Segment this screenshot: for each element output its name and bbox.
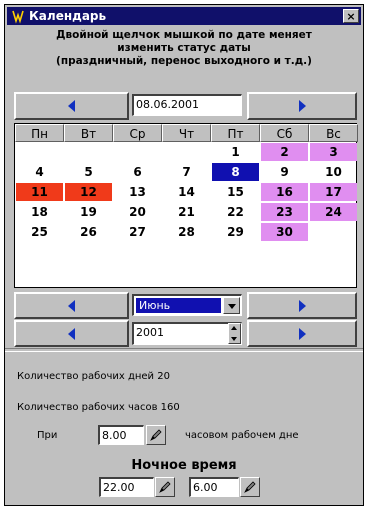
day-cell[interactable]: 14 xyxy=(163,183,210,201)
day-cell[interactable]: 3 xyxy=(310,143,357,161)
hint-line-2: изменить статус даты xyxy=(117,42,251,54)
next-day-button[interactable] xyxy=(247,92,357,120)
arrow-left-icon xyxy=(67,100,75,112)
prev-year-button[interactable] xyxy=(14,320,129,347)
year-spinbox[interactable]: 2001 xyxy=(132,322,242,345)
day-cell[interactable]: 25 xyxy=(16,223,63,241)
day-cell[interactable]: 1 xyxy=(212,143,259,161)
day-cell[interactable]: 5 xyxy=(65,163,112,181)
work-hours-label: Количество рабочих часов 160 xyxy=(17,402,180,413)
day-cell[interactable]: 23 xyxy=(261,203,308,221)
workday-hours-edit-button[interactable] xyxy=(146,425,166,445)
night-end-edit-button[interactable] xyxy=(240,477,260,497)
spin-down-icon xyxy=(231,337,237,341)
chevron-down-icon xyxy=(228,304,236,309)
spin-up-icon xyxy=(231,326,237,330)
prev-month-button[interactable] xyxy=(14,292,129,319)
night-time-title: Ночное время xyxy=(131,458,237,473)
day-cell[interactable]: 11 xyxy=(16,183,63,201)
weekday-header: Пн xyxy=(15,124,64,142)
empty-day-cell xyxy=(114,143,161,161)
day-cell[interactable]: 4 xyxy=(16,163,63,181)
separator xyxy=(5,348,363,352)
day-cell[interactable]: 27 xyxy=(114,223,161,241)
hint-line-3: (праздничный, перенос выходного и т.д.) xyxy=(56,55,312,67)
day-cell[interactable]: 20 xyxy=(114,203,161,221)
weekday-header: Ср xyxy=(113,124,162,142)
calendar-window: Календарь × Двойной щелчок мышкой по дат… xyxy=(4,4,364,506)
next-year-button[interactable] xyxy=(247,320,357,347)
day-cell[interactable]: 16 xyxy=(261,183,308,201)
day-cell[interactable]: 9 xyxy=(261,163,308,181)
day-cell[interactable]: 8 xyxy=(212,163,259,181)
day-cell[interactable]: 21 xyxy=(163,203,210,221)
close-button[interactable]: × xyxy=(343,9,359,23)
month-select[interactable]: Июнь xyxy=(132,294,242,316)
hint-text: Двойной щелчок мышкой по дате меняет изм… xyxy=(5,29,363,68)
day-cell[interactable]: 24 xyxy=(310,203,357,221)
edit-pencil-icon xyxy=(159,481,171,493)
hint-line-1: Двойной щелчок мышкой по дате меняет xyxy=(56,29,312,41)
arrow-left-icon xyxy=(67,327,75,340)
weekday-header: Чт xyxy=(162,124,211,142)
empty-day-cell xyxy=(65,143,112,161)
workday-hours-input[interactable]: 8.00 xyxy=(98,425,144,445)
empty-day-cell xyxy=(16,143,63,161)
day-cell[interactable]: 10 xyxy=(310,163,357,181)
day-cell[interactable]: 26 xyxy=(65,223,112,241)
edit-pencil-icon xyxy=(150,429,162,441)
calendar-grid: Пн Вт Ср Чт Пт Сб Вс 1 2 3 4 5 6 7 8 9 10 11 12 13 14 15 16 17 1… xyxy=(14,123,358,288)
day-cell[interactable]: 2 xyxy=(261,143,308,161)
day-cell[interactable]: 22 xyxy=(212,203,259,221)
empty-day-cell xyxy=(163,143,210,161)
day-cell[interactable]: 17 xyxy=(310,183,357,201)
weekday-header: Вт xyxy=(64,124,113,142)
day-cell[interactable]: 28 xyxy=(163,223,210,241)
close-icon: × xyxy=(346,10,356,23)
day-cell[interactable]: 29 xyxy=(212,223,259,241)
weekday-header: Пт xyxy=(211,124,260,142)
month-select-value: Июнь xyxy=(136,298,221,313)
date-input[interactable]: 08.06.2001 xyxy=(132,94,242,116)
weekday-header: Сб xyxy=(260,124,309,142)
arrow-right-icon xyxy=(299,327,306,340)
night-start-edit-button[interactable] xyxy=(155,477,175,497)
night-start-input[interactable]: 22.00 xyxy=(99,477,154,497)
edit-pencil-icon xyxy=(244,481,256,493)
day-cell[interactable]: 13 xyxy=(114,183,161,201)
title-bar[interactable]: Календарь × xyxy=(7,7,361,25)
prev-day-button[interactable] xyxy=(14,92,129,120)
empty-day-cell xyxy=(310,223,357,241)
arrow-right-icon xyxy=(299,299,306,312)
weekday-header: Вс xyxy=(309,124,358,142)
calendar-app-icon xyxy=(12,10,24,24)
day-cell[interactable]: 15 xyxy=(212,183,259,201)
day-cell[interactable]: 7 xyxy=(163,163,210,181)
day-cell[interactable]: 6 xyxy=(114,163,161,181)
workday-prefix-label: При xyxy=(37,430,58,441)
day-cell[interactable]: 30 xyxy=(261,223,308,241)
work-days-label: Количество рабочих дней 20 xyxy=(17,371,170,382)
next-month-button[interactable] xyxy=(247,292,357,319)
night-end-input[interactable]: 6.00 xyxy=(189,477,239,497)
arrow-left-icon xyxy=(67,299,75,312)
year-input[interactable]: 2001 xyxy=(132,322,242,345)
arrow-right-icon xyxy=(299,100,306,112)
month-dropdown-button[interactable] xyxy=(223,297,240,314)
year-spin-button[interactable] xyxy=(228,323,241,344)
day-cell[interactable]: 12 xyxy=(65,183,112,201)
workday-suffix-label: часовом рабочем дне xyxy=(185,430,299,441)
day-cell[interactable]: 18 xyxy=(16,203,63,221)
window-title: Календарь xyxy=(29,9,107,23)
day-cell[interactable]: 19 xyxy=(65,203,112,221)
